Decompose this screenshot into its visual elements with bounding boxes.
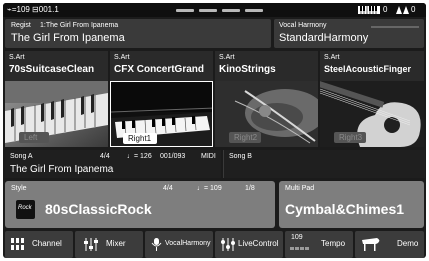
rock-style-icon: Rock: [16, 200, 35, 219]
keyboard-icon: [358, 6, 380, 14]
song-a-type: MIDI: [201, 153, 216, 160]
demo-label: Demo: [397, 239, 419, 248]
multipad-panel[interactable]: Multi Pad Cymbal&Chimes1: [279, 181, 424, 228]
registration-name: The Girl From Ipanema: [11, 32, 125, 44]
style-time-signature: 4/4: [163, 185, 173, 192]
page-indicator-2: [199, 9, 217, 12]
style-panel[interactable]: Style 4/4 ♩= 109 1/8 Rock 80sClassicRock: [5, 181, 275, 228]
multipad-label: Multi Pad: [285, 185, 315, 192]
page-indicator-1: [176, 9, 194, 12]
part-button-right3[interactable]: Right3: [334, 132, 366, 143]
song-a-position: 001/093: [160, 153, 186, 160]
song-a-tempo: ♩= 126: [127, 153, 152, 160]
page-indicator-3: [222, 9, 240, 12]
channel-button[interactable]: Channel: [5, 231, 73, 258]
live-control-icon: [220, 238, 236, 251]
violin-photo[interactable]: Right2: [215, 81, 318, 147]
mixer-faders-icon: [83, 238, 99, 251]
demo-button[interactable]: Demo: [355, 231, 424, 258]
voice-card-left-header[interactable]: S.Art 70sSuitcaseClean: [5, 51, 108, 81]
mixer-label: Mixer: [106, 239, 126, 248]
style-tempo: ♩= 109: [197, 185, 222, 192]
live-control-button[interactable]: LiveControl: [215, 231, 283, 258]
song-a-name: The Girl From Ipanema: [10, 164, 114, 175]
demo-piano-icon: [361, 237, 381, 251]
tempo-value: 109: [291, 234, 303, 241]
metronome-count: 0: [411, 5, 416, 14]
voice-card-right1-header[interactable]: S.Art CFX ConcertGrand: [110, 51, 213, 81]
acoustic-guitar-photo[interactable]: Right3: [320, 81, 424, 147]
voice-card-right3-header[interactable]: S.Art SteelAcousticFinger: [320, 51, 424, 81]
song-a-panel[interactable]: Song A 4/4 ♩= 126 001/093 MIDI The Girl …: [5, 150, 221, 178]
multipad-name: Cymbal&Chimes1: [285, 201, 405, 217]
vocal-harmony-panel[interactable]: Vocal Harmony StandardHarmony: [274, 19, 424, 48]
voice-name: 70sSuitcaseClean: [9, 64, 95, 75]
voice-name: KinoStrings: [219, 64, 276, 75]
style-name: 80sClassicRock: [45, 201, 152, 217]
voice-card-right2-header[interactable]: S.Art KinoStrings: [215, 51, 318, 81]
voice-category: S.Art: [219, 54, 235, 61]
part-button-right1[interactable]: Right1: [123, 133, 157, 144]
electric-piano-photo[interactable]: Left: [5, 81, 108, 147]
song-a-time-signature: 4/4: [100, 153, 110, 160]
tempo-icon: [290, 247, 310, 251]
voice-category: S.Art: [9, 54, 25, 61]
tempo-label: Tempo: [321, 239, 346, 248]
registration-bank-info: 1:The Girl From Ipanema: [40, 22, 119, 29]
instrument-home-screen: ⌁=109 ⊟001.1 0 0 Regist 1:The Girl From …: [3, 3, 426, 258]
song-b-label: Song B: [229, 153, 252, 160]
vocal-harmony-button-label: VocalHarmony: [165, 240, 211, 247]
tempo-button[interactable]: 109 Tempo: [285, 231, 353, 258]
page-indicator-4: [245, 9, 263, 12]
mixer-button[interactable]: Mixer: [75, 231, 143, 258]
voice-category: S.Art: [324, 54, 340, 61]
channel-label: Channel: [32, 239, 62, 248]
vocal-harmony-value: StandardHarmony: [279, 32, 369, 44]
vocal-harmony-icon: [150, 238, 164, 251]
status-bar: ⌁=109 ⊟001.1 0 0: [3, 3, 426, 17]
vocal-harmony-button[interactable]: VocalHarmony: [145, 231, 213, 258]
metronome-icon: [395, 6, 409, 14]
part-button-left[interactable]: Left: [19, 132, 49, 143]
voice-name: SteelAcousticFinger: [324, 64, 412, 74]
live-control-label: LiveControl: [238, 239, 279, 248]
registration-label: Regist: [11, 22, 31, 29]
style-measure: 1/8: [245, 185, 255, 192]
song-b-panel[interactable]: Song B: [223, 150, 425, 178]
style-label: Style: [11, 185, 27, 192]
channel-grid-icon: [11, 238, 25, 250]
keyboard-count: 0: [383, 5, 388, 14]
voice-category: S.Art: [114, 54, 130, 61]
part-button-right2[interactable]: Right2: [229, 132, 261, 143]
voice-name: CFX ConcertGrand: [114, 64, 205, 75]
registration-panel[interactable]: Regist 1:The Girl From Ipanema The Girl …: [5, 19, 271, 48]
grand-piano-photo[interactable]: Right1: [110, 81, 213, 147]
vocal-harmony-level-bar: [371, 26, 419, 28]
song-a-label: Song A: [10, 153, 33, 160]
status-tempo-measure: ⌁=109 ⊟001.1: [7, 5, 59, 14]
vocal-harmony-label: Vocal Harmony: [279, 22, 327, 29]
